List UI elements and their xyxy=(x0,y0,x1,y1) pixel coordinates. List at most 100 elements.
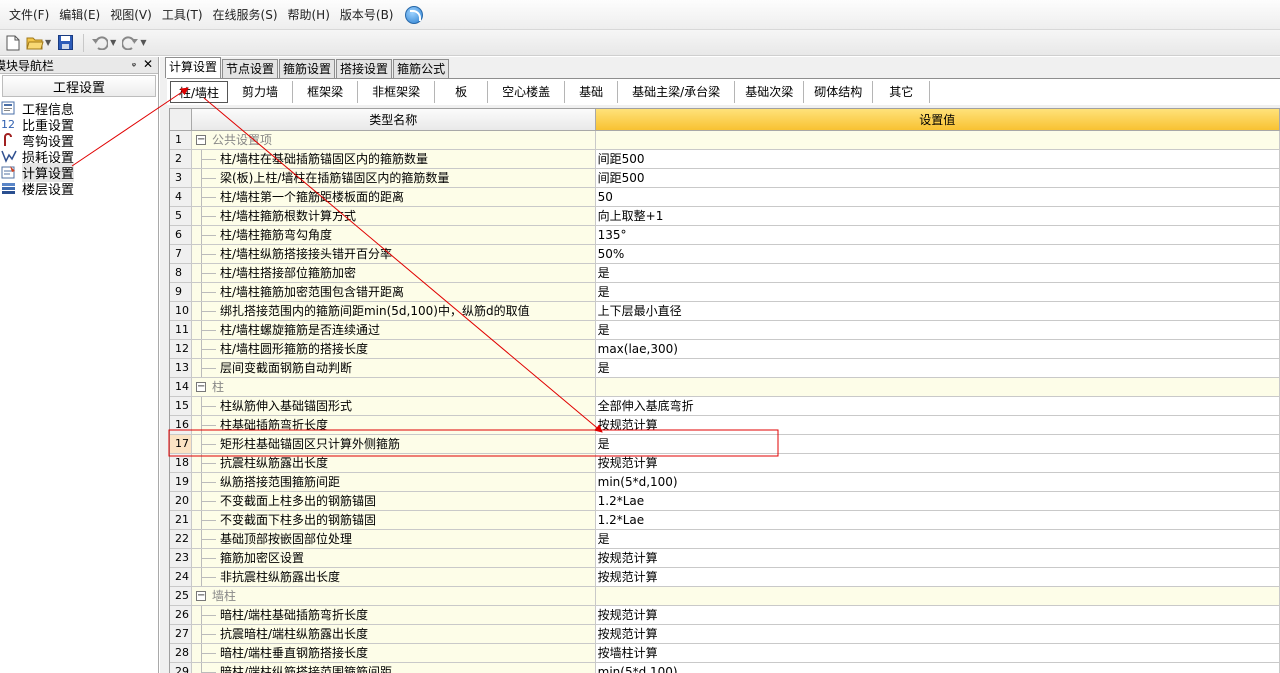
table-row[interactable]: 12 柱/墙柱圆形箍筋的搭接长度 max(lae,300) xyxy=(170,340,1280,359)
setting-value-cell[interactable]: 1.2*Lae xyxy=(595,492,1280,511)
subtab-masonry[interactable]: 砌体结构 xyxy=(804,81,874,103)
table-row[interactable]: 18 抗震柱纵筋露出长度 按规范计算 xyxy=(170,454,1280,473)
open-dropdown-icon[interactable]: ▼ xyxy=(45,38,51,47)
tree-line xyxy=(200,188,216,206)
open-folder-button[interactable] xyxy=(25,33,45,53)
update-logo-icon[interactable] xyxy=(404,5,423,24)
tab-node-settings[interactable]: 节点设置 xyxy=(222,59,279,78)
table-row[interactable]: 13 层间变截面钢筋自动判断 是 xyxy=(170,359,1280,378)
setting-value-cell[interactable]: min(5*d,100) xyxy=(596,663,1280,673)
table-row[interactable]: 16 柱基础插筋弯折长度 按规范计算 xyxy=(170,416,1280,435)
setting-value-cell[interactable]: 全部伸入基底弯折 xyxy=(595,397,1280,416)
menu-help[interactable]: 帮助(H) xyxy=(283,0,335,30)
setting-value-cell[interactable]: 上下层最小直径 xyxy=(595,302,1280,321)
menu-file[interactable]: 文件(F) xyxy=(4,0,54,30)
setting-value-cell[interactable]: max(lae,300) xyxy=(595,340,1280,359)
table-row[interactable]: 20 不变截面上柱多出的钢筋锚固 1.2*Lae xyxy=(170,492,1280,511)
close-icon[interactable]: ✕ xyxy=(143,57,153,71)
collapse-icon[interactable]: − xyxy=(195,135,206,145)
table-row[interactable]: 19 纵筋搭接范围箍筋间距 min(5*d,100) xyxy=(170,473,1280,492)
subtab-slab[interactable]: 板 xyxy=(435,81,489,103)
nav-section-header[interactable]: 工程设置 xyxy=(2,75,156,97)
table-row[interactable]: 26 暗柱/端柱基础插筋弯折长度 按规范计算 xyxy=(170,606,1280,625)
table-row[interactable]: 15 柱纵筋伸入基础锚固形式 全部伸入基底弯折 xyxy=(170,397,1280,416)
table-row[interactable]: 4 柱/墙柱第一个箍筋距楼板面的距离 50 xyxy=(170,188,1280,207)
setting-value-cell[interactable]: 向上取整+1 xyxy=(595,207,1280,226)
setting-value-cell[interactable]: 按墙柱计算 xyxy=(595,644,1280,663)
table-row[interactable]: 24 非抗震柱纵筋露出长度 按规范计算 xyxy=(170,568,1280,587)
setting-value-cell[interactable]: 是 xyxy=(595,264,1280,283)
subtab-foundation-secondary-beam[interactable]: 基础次梁 xyxy=(735,81,805,103)
type-name-text: 墙柱 xyxy=(211,589,236,603)
table-row[interactable]: 3 梁(板)上柱/墙柱在插筋锚固区内的箍筋数量 间距500 xyxy=(170,169,1280,188)
collapse-icon[interactable]: − xyxy=(195,591,206,601)
setting-value-cell[interactable]: 是 xyxy=(595,283,1280,302)
redo-dropdown-icon[interactable]: ▼ xyxy=(140,38,146,47)
setting-value-cell[interactable]: 135° xyxy=(595,226,1280,245)
menu-edit[interactable]: 编辑(E) xyxy=(54,0,105,30)
save-button[interactable] xyxy=(55,33,75,53)
setting-value-cell[interactable]: 是 xyxy=(595,435,1280,454)
subtab-non-frame-beam[interactable]: 非框架梁 xyxy=(358,81,436,103)
setting-value-cell[interactable]: 1.2*Lae xyxy=(595,511,1280,530)
table-row[interactable]: 11 柱/墙柱螺旋箍筋是否连续通过 是 xyxy=(170,321,1280,340)
table-row[interactable]: 28 暗柱/端柱垂直钢筋搭接长度 按墙柱计算 xyxy=(170,644,1280,663)
menu-view[interactable]: 视图(V) xyxy=(105,0,157,30)
collapse-icon[interactable]: − xyxy=(195,382,206,392)
table-row[interactable]: 5 柱/墙柱箍筋根数计算方式 向上取整+1 xyxy=(170,207,1280,226)
menu-tools[interactable]: 工具(T) xyxy=(157,0,208,30)
setting-value-cell[interactable]: 间距500 xyxy=(595,169,1280,188)
menu-online-service[interactable]: 在线服务(S) xyxy=(208,0,283,30)
tab-stirrup-settings[interactable]: 箍筋设置 xyxy=(279,59,336,78)
pin-icon[interactable]: ᵩ xyxy=(132,58,136,69)
table-row[interactable]: 23 箍筋加密区设置 按规范计算 xyxy=(170,549,1280,568)
table-row[interactable]: 7 柱/墙柱纵筋搭接接头错开百分率 50% xyxy=(170,245,1280,264)
table-row[interactable]: 27 抗震暗柱/端柱纵筋露出长度 按规范计算 xyxy=(170,625,1280,644)
undo-button[interactable] xyxy=(90,33,110,53)
table-row[interactable]: 2 柱/墙柱在基础插筋锚固区内的箍筋数量 间距500 xyxy=(170,150,1280,169)
subtab-hollow-floor[interactable]: 空心楼盖 xyxy=(488,81,566,103)
setting-value-cell[interactable]: 是 xyxy=(595,321,1280,340)
setting-value-cell[interactable]: 按规范计算 xyxy=(595,625,1280,644)
setting-value-cell[interactable]: 是 xyxy=(595,359,1280,378)
menu-version[interactable]: 版本号(B) xyxy=(335,0,399,30)
subtab-other[interactable]: 其它 xyxy=(873,81,931,103)
setting-value-cell[interactable]: 间距500 xyxy=(595,150,1280,169)
group-row[interactable]: 25− 墙柱 xyxy=(170,587,1280,606)
tab-lap-settings[interactable]: 搭接设置 xyxy=(336,59,393,78)
table-row[interactable]: 9 柱/墙柱箍筋加密范围包含错开距离 是 xyxy=(170,283,1280,302)
redo-button[interactable] xyxy=(120,33,140,53)
subtab-column[interactable]: 柱/墙柱 xyxy=(170,81,229,103)
undo-icon xyxy=(92,35,109,50)
setting-value-cell[interactable]: 50 xyxy=(595,188,1280,207)
setting-value-cell[interactable]: 按规范计算 xyxy=(595,568,1280,587)
undo-dropdown-icon[interactable]: ▼ xyxy=(110,38,116,47)
new-file-button[interactable] xyxy=(3,33,23,53)
nav-item-floor-settings[interactable]: 楼层设置 xyxy=(0,180,158,198)
setting-value-cell[interactable]: 按规范计算 xyxy=(595,416,1280,435)
setting-value-cell[interactable]: 是 xyxy=(595,530,1280,549)
table-row[interactable]: 6 柱/墙柱箍筋弯勾角度 135° xyxy=(170,226,1280,245)
tab-stirrup-formula[interactable]: 箍筋公式 xyxy=(393,59,450,78)
type-name-text: 层间变截面钢筋自动判断 xyxy=(219,361,352,375)
setting-value-cell[interactable]: 按规范计算 xyxy=(595,606,1280,625)
subtab-foundation[interactable]: 基础 xyxy=(565,81,619,103)
setting-value-cell[interactable]: 按规范计算 xyxy=(595,454,1280,473)
subtab-shear-wall[interactable]: 剪力墙 xyxy=(228,81,294,103)
setting-value-cell[interactable]: 50% xyxy=(595,245,1280,264)
group-row[interactable]: 1− 公共设置项 xyxy=(170,131,1280,150)
table-row[interactable]: 10 绑扎搭接范围内的箍筋间距min(5d,100)中，纵筋d的取值 上下层最小直径 xyxy=(170,302,1280,321)
group-row[interactable]: 14− 柱 xyxy=(170,378,1280,397)
table-row[interactable]: 21 不变截面下柱多出的钢筋锚固 1.2*Lae xyxy=(170,511,1280,530)
table-row[interactable]: 22 基础顶部按嵌固部位处理 是 xyxy=(170,530,1280,549)
row-number: 23 xyxy=(170,549,192,568)
toolbar-separator xyxy=(83,33,85,52)
tab-calc-settings[interactable]: 计算设置 xyxy=(165,57,222,78)
table-row[interactable]: 29 暗柱/端柱纵筋搭接范围箍筋间距 min(5*d,100) xyxy=(170,663,1280,673)
subtab-frame-beam[interactable]: 框架梁 xyxy=(293,81,359,103)
table-row[interactable]: 17 矩形柱基础锚固区只计算外侧箍筋 是 xyxy=(170,435,1280,454)
setting-value-cell[interactable]: min(5*d,100) xyxy=(595,473,1280,492)
setting-value-cell[interactable]: 按规范计算 xyxy=(595,549,1280,568)
table-row[interactable]: 8 柱/墙柱搭接部位箍筋加密 是 xyxy=(170,264,1280,283)
subtab-foundation-main-beam[interactable]: 基础主梁/承台梁 xyxy=(618,81,736,103)
